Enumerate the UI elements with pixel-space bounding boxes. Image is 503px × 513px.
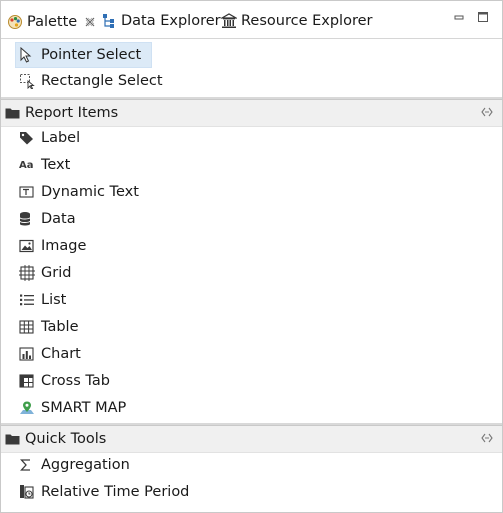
chart-icon xyxy=(19,346,37,362)
report-item-text[interactable]: Aa Text xyxy=(19,153,70,177)
label-item-label: Label xyxy=(41,130,81,146)
tab-data-explorer-label: Data Explorer xyxy=(121,13,221,29)
drawer-quick-tools[interactable]: Quick Tools xyxy=(1,425,502,453)
quick-tool-aggregation[interactable]: Aggregation xyxy=(19,453,130,477)
report-item-image[interactable]: Image xyxy=(19,234,86,258)
minimize-icon[interactable] xyxy=(453,11,465,23)
rectangle-select-label: Rectangle Select xyxy=(41,73,163,89)
drawer-quick-tools-label: Quick Tools xyxy=(25,431,107,447)
rectangle-select-tool[interactable]: Rectangle Select xyxy=(19,69,163,93)
pointer-select-label: Pointer Select xyxy=(41,47,142,63)
grid-item-label: Grid xyxy=(41,265,72,281)
resource-explorer-icon xyxy=(221,13,237,29)
image-icon xyxy=(19,238,37,254)
tag-icon xyxy=(19,130,37,146)
report-item-table[interactable]: Table xyxy=(19,315,79,339)
text-aa-icon: Aa xyxy=(19,157,37,173)
drawer-report-items[interactable]: Report Items xyxy=(1,99,502,127)
report-item-label[interactable]: Label xyxy=(19,126,80,150)
sigma-icon xyxy=(19,457,37,473)
table-item-label: Table xyxy=(41,319,79,335)
map-pin-icon xyxy=(19,400,37,416)
report-item-dynamic-text[interactable]: Dynamic Text xyxy=(19,180,139,204)
cross-tab-icon xyxy=(19,373,37,389)
dynamic-text-item-label: Dynamic Text xyxy=(41,184,139,200)
dynamic-text-icon xyxy=(19,184,37,200)
cross-tab-item-label: Cross Tab xyxy=(41,373,110,389)
folder-icon xyxy=(5,106,21,120)
text-item-label: Text xyxy=(41,157,71,173)
pointer-icon xyxy=(19,47,37,63)
palette-icon xyxy=(7,14,23,30)
pointer-select-tool[interactable]: Pointer Select xyxy=(15,42,153,68)
report-item-grid[interactable]: Grid xyxy=(19,261,71,285)
relative-time-icon xyxy=(19,484,37,500)
pin-icon[interactable] xyxy=(481,107,493,117)
quick-tool-relative-time-period[interactable]: Relative Time Period xyxy=(19,480,189,504)
palette-view: Palette Data Explorer Resource Explorer … xyxy=(0,0,503,513)
list-icon xyxy=(19,292,37,308)
list-item-label: List xyxy=(41,292,67,308)
close-icon[interactable] xyxy=(84,17,95,28)
tab-resource-explorer[interactable]: Resource Explorer xyxy=(221,9,372,33)
data-explorer-icon xyxy=(101,13,117,29)
report-item-cross-tab[interactable]: Cross Tab xyxy=(19,369,110,393)
chart-item-label: Chart xyxy=(41,346,81,362)
image-item-label: Image xyxy=(41,238,87,254)
tab-palette[interactable]: Palette xyxy=(3,7,102,37)
report-item-data[interactable]: Data xyxy=(19,207,76,231)
report-item-list[interactable]: List xyxy=(19,288,66,312)
folder-icon xyxy=(5,432,21,446)
maximize-icon[interactable] xyxy=(477,11,489,23)
database-icon xyxy=(19,211,37,227)
data-item-label: Data xyxy=(41,211,76,227)
report-item-smart-map[interactable]: SMART MAP xyxy=(19,396,126,420)
view-tab-bar: Palette Data Explorer Resource Explorer xyxy=(1,1,502,39)
smart-map-item-label: SMART MAP xyxy=(41,400,127,416)
report-item-chart[interactable]: Chart xyxy=(19,342,81,366)
relative-time-item-label: Relative Time Period xyxy=(41,484,190,500)
tab-resource-explorer-label: Resource Explorer xyxy=(241,13,373,29)
tab-data-explorer[interactable]: Data Explorer xyxy=(101,9,221,33)
rectangle-select-icon xyxy=(19,73,37,89)
pin-icon[interactable] xyxy=(481,433,493,443)
table-icon xyxy=(19,319,37,335)
aggregation-item-label: Aggregation xyxy=(41,457,130,473)
svg-text:Aa: Aa xyxy=(19,160,34,171)
tab-palette-label: Palette xyxy=(27,14,78,30)
grid-icon xyxy=(19,265,37,281)
drawer-report-items-label: Report Items xyxy=(25,105,119,121)
